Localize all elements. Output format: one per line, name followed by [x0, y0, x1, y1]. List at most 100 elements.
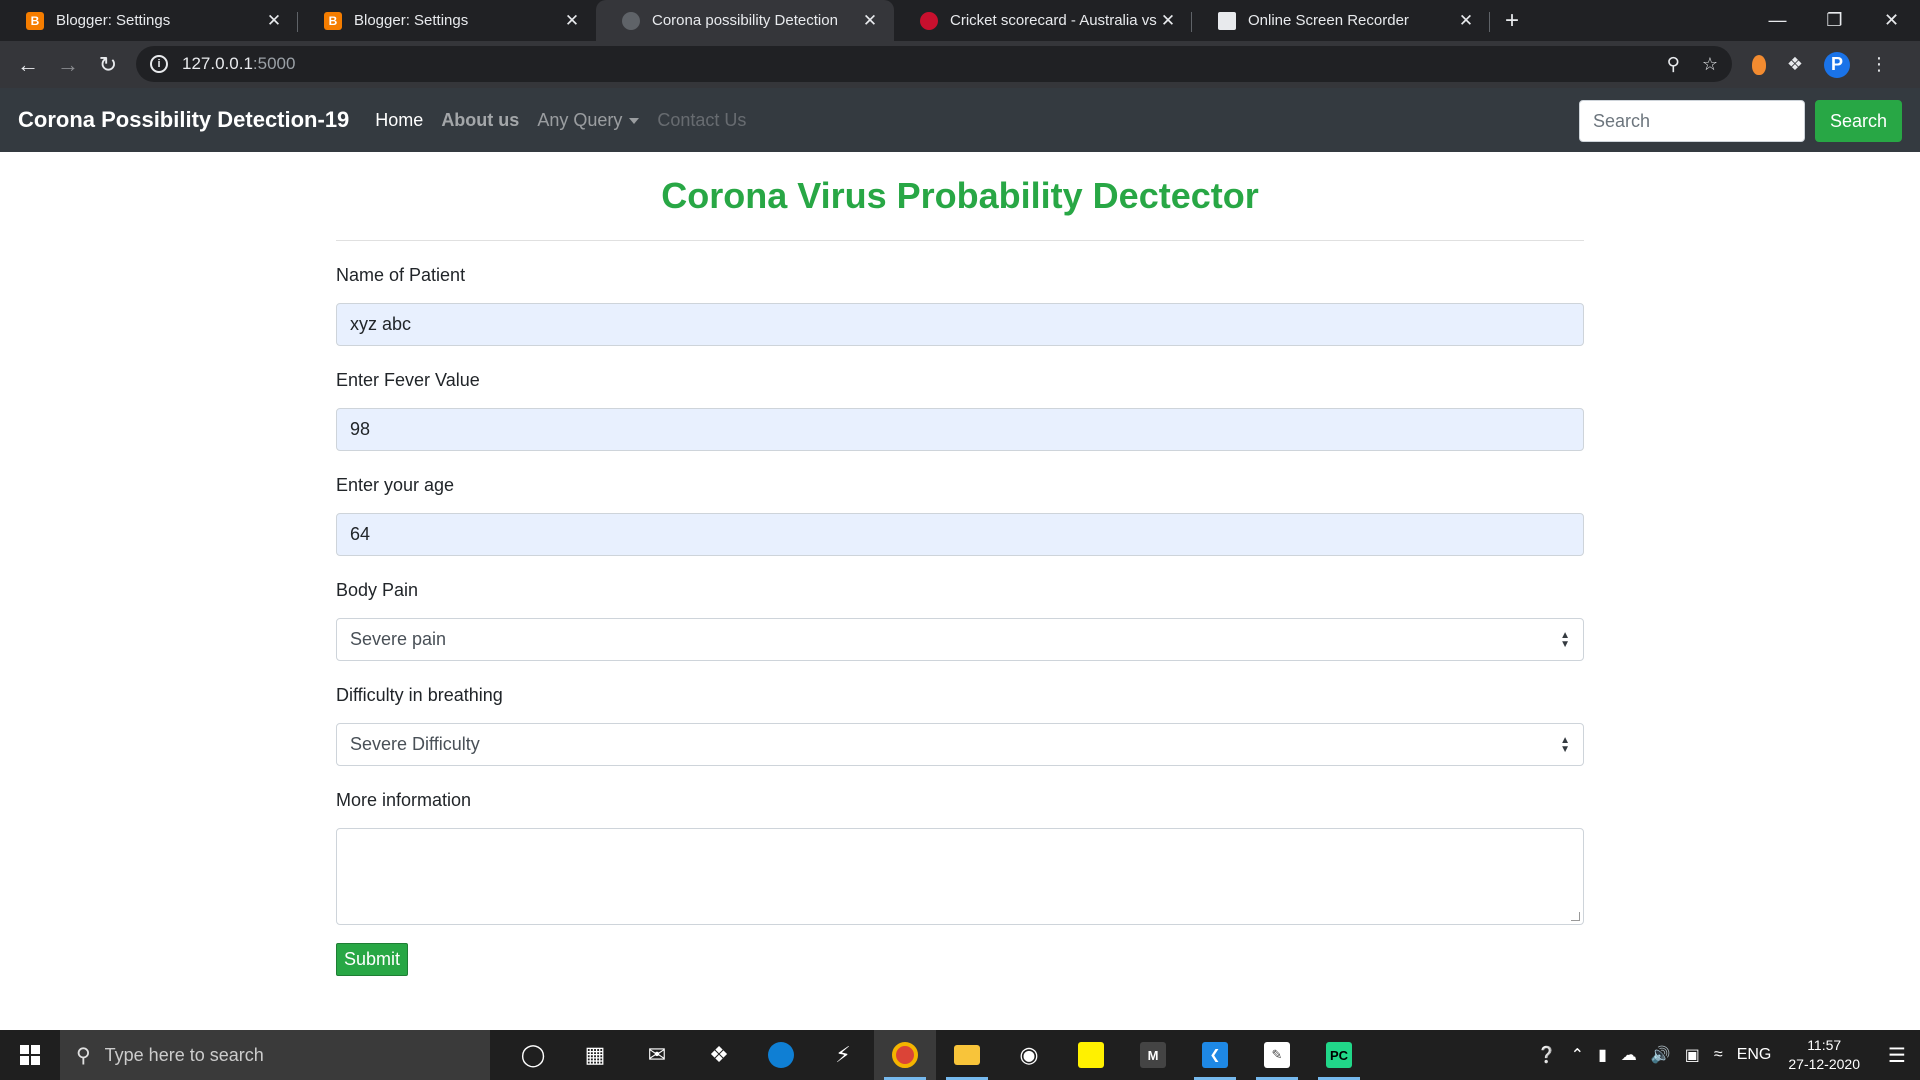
body-pain-select[interactable]: Severe pain ▲ ▼ — [336, 618, 1584, 661]
close-icon[interactable]: ✕ — [1456, 11, 1476, 31]
address-bar[interactable]: i 127.0.0.1:5000 ⚲ ☆ — [136, 46, 1732, 82]
omnibox-actions: ⚲ ☆ — [1667, 54, 1718, 75]
file-explorer-icon[interactable] — [936, 1030, 998, 1080]
groove-music-icon[interactable]: ◉ — [998, 1030, 1060, 1080]
browser-tab-5[interactable]: Online Screen Recorder ✕ — [1192, 0, 1490, 41]
tab-title: Cricket scorecard - Australia vs In — [950, 12, 1158, 29]
browser-tab-2[interactable]: B Blogger: Settings ✕ — [298, 0, 596, 41]
tab-separator — [1489, 12, 1490, 32]
close-icon[interactable]: ✕ — [860, 11, 880, 31]
patient-name-value: xyz abc — [350, 314, 412, 334]
edge-icon[interactable] — [750, 1030, 812, 1080]
language-indicator[interactable]: ENG — [1737, 1046, 1772, 1064]
meet-now-icon[interactable]: ▣ — [1685, 1045, 1700, 1065]
windows-logo-icon — [20, 1045, 40, 1065]
breathing-label: Difficulty in breathing — [336, 685, 503, 705]
tab-title: Blogger: Settings — [354, 12, 469, 29]
browser-tab-1[interactable]: B Blogger: Settings ✕ — [0, 0, 298, 41]
minimize-icon[interactable]: — — [1749, 0, 1806, 41]
extension-icon[interactable] — [1752, 54, 1766, 75]
select-arrows-icon: ▲ ▼ — [1560, 734, 1570, 755]
nav-any-query-label: Any Query — [537, 109, 623, 130]
close-icon[interactable]: ✕ — [562, 11, 582, 31]
taskbar-search-box[interactable]: ⚲ Type here to search — [60, 1030, 490, 1080]
bookmark-star-icon[interactable]: ☆ — [1702, 54, 1718, 75]
browser-tab-4[interactable]: Cricket scorecard - Australia vs In ✕ — [894, 0, 1192, 41]
search-button[interactable]: Search — [1814, 100, 1902, 142]
cricket-icon — [920, 11, 938, 30]
more-info-textarea[interactable] — [336, 828, 1584, 925]
globe-icon — [622, 11, 640, 30]
caret-down-icon — [629, 117, 640, 124]
battery-icon[interactable]: ▮ — [1598, 1045, 1607, 1065]
close-icon[interactable]: ✕ — [1158, 11, 1178, 31]
app-icon[interactable]: M — [1122, 1030, 1184, 1080]
close-icon[interactable]: ✕ — [264, 11, 284, 31]
restore-icon[interactable]: ❐ — [1806, 0, 1863, 41]
vscode-icon[interactable]: ❮ — [1184, 1030, 1246, 1080]
task-view-icon[interactable]: ▦ — [564, 1030, 626, 1080]
profile-avatar-icon[interactable]: P — [1824, 51, 1850, 78]
forward-icon[interactable]: → — [48, 45, 88, 85]
search-icon: ⚲ — [76, 1044, 91, 1067]
back-icon[interactable]: ← — [8, 45, 48, 85]
volume-icon[interactable]: 🔊 — [1651, 1045, 1671, 1065]
zoom-icon[interactable]: ⚲ — [1667, 54, 1680, 75]
resize-grip-icon[interactable] — [1571, 912, 1580, 921]
notifications-icon[interactable]: ☰ — [1874, 1043, 1920, 1068]
help-icon[interactable]: ❔ — [1537, 1045, 1557, 1065]
extensions-area: ❖ P ⋮ — [1752, 41, 1890, 88]
reload-icon[interactable]: ↻ — [88, 45, 128, 85]
kebab-menu-icon[interactable]: ⋮ — [1868, 54, 1890, 76]
chrome-icon[interactable] — [874, 1030, 936, 1080]
taskbar-search-placeholder: Type here to search — [104, 1044, 264, 1065]
clock-time: 11:57 — [1807, 1037, 1842, 1053]
pycharm-icon[interactable]: PC — [1308, 1030, 1370, 1080]
clock-date: 27-12-2020 — [1788, 1056, 1860, 1072]
chevron-up-icon[interactable]: ⌃ — [1571, 1045, 1584, 1065]
blogger-icon: B — [324, 11, 342, 30]
name-label: Name of Patient — [336, 265, 466, 285]
main-content: Corona Virus Probability Dectector Name … — [336, 152, 1584, 976]
age-label: Enter your age — [336, 475, 455, 495]
clock[interactable]: 11:57 27-12-2020 — [1788, 1036, 1860, 1074]
nav-about[interactable]: About us — [441, 110, 519, 131]
start-button[interactable] — [0, 1030, 60, 1080]
browser-toolbar: ← → ↻ i 127.0.0.1:5000 ⚲ ☆ ❖ P ⋮ — [0, 41, 1920, 88]
dropbox-icon[interactable]: ❖ — [688, 1030, 750, 1080]
breathing-value: Severe Difficulty — [350, 734, 480, 754]
sticky-notes-icon[interactable] — [1060, 1030, 1122, 1080]
site-brand[interactable]: Corona Possibility Detection-19 — [18, 107, 349, 133]
nav-home[interactable]: Home — [375, 110, 423, 131]
wifi-icon[interactable]: ≈ — [1714, 1046, 1723, 1064]
onedrive-icon[interactable]: ☁ — [1621, 1045, 1637, 1065]
breathing-select[interactable]: Severe Difficulty ▲ ▼ — [336, 723, 1584, 766]
select-arrows-icon: ▲ ▼ — [1560, 629, 1570, 650]
fever-value: 98 — [350, 419, 371, 439]
browser-tab-3-active[interactable]: Corona possibility Detection ✕ — [596, 0, 894, 41]
winamp-icon[interactable]: ⚡ — [812, 1030, 874, 1080]
nav-any-query-dropdown[interactable]: Any Query — [537, 109, 640, 131]
document-editor-icon[interactable]: ✎ — [1246, 1030, 1308, 1080]
fever-input[interactable]: 98 — [336, 408, 1584, 451]
puzzle-extensions-icon[interactable]: ❖ — [1784, 54, 1806, 76]
recorder-icon — [1218, 11, 1236, 30]
close-window-icon[interactable]: ✕ — [1863, 0, 1920, 41]
new-tab-button[interactable]: + — [1490, 0, 1534, 41]
patient-name-input[interactable]: xyz abc — [336, 303, 1584, 346]
url-port: :5000 — [252, 54, 296, 73]
system-tray: ❔ ⌃ ▮ ☁ 🔊 ▣ ≈ ENG 11:57 27-12-2020 ☰ — [1530, 1030, 1920, 1080]
mail-icon[interactable]: ✉ — [626, 1030, 688, 1080]
tab-title: Blogger: Settings — [56, 12, 171, 29]
url-host: 127.0.0.1 — [182, 54, 253, 73]
more-info-label: More information — [336, 790, 472, 810]
submit-button[interactable]: Submit — [336, 943, 409, 976]
body-pain-label: Body Pain — [336, 580, 419, 600]
site-info-icon[interactable]: i — [150, 55, 168, 73]
navbar-search-form: Search — [1578, 100, 1902, 142]
cortana-icon[interactable]: ◯ — [502, 1030, 564, 1080]
tab-title: Online Screen Recorder — [1248, 12, 1409, 29]
fever-label: Enter Fever Value — [336, 370, 480, 390]
age-input[interactable]: 64 — [336, 513, 1584, 556]
search-input[interactable] — [1578, 100, 1805, 142]
